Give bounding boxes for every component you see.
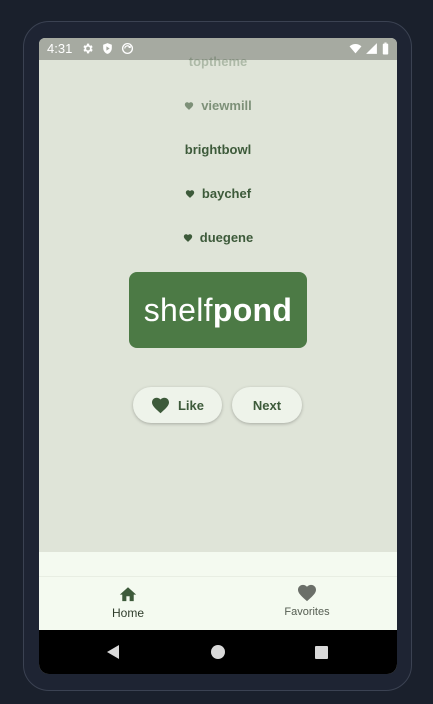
nav-divider <box>39 576 397 577</box>
word-pair-second: pond <box>212 291 293 328</box>
generator-page: toptheme viewmill brightbowl baychef due… <box>39 54 397 552</box>
heart-icon <box>184 101 194 111</box>
system-navigation-bar <box>39 630 397 674</box>
history-item: duegene <box>39 230 397 245</box>
history-word: duegene <box>199 230 254 245</box>
favorite-icon <box>297 584 317 602</box>
history-word: baychef <box>201 186 252 201</box>
nav-item-home[interactable]: Home <box>78 584 178 620</box>
like-button[interactable]: Like <box>133 387 222 423</box>
recents-icon[interactable] <box>313 644 329 660</box>
home-icon <box>118 584 138 602</box>
history-item: toptheme <box>39 54 397 69</box>
history-word: brightbowl <box>184 142 252 157</box>
like-label: Like <box>177 397 204 413</box>
home-circle-icon[interactable] <box>210 644 226 660</box>
next-button[interactable]: Next <box>232 387 302 423</box>
history-item: baychef <box>39 186 397 201</box>
bottom-navigation: Home Favorites <box>39 552 397 630</box>
history-word: toptheme <box>188 54 248 69</box>
heart-icon <box>151 397 170 414</box>
back-icon[interactable] <box>105 644 121 660</box>
nav-label: Home <box>111 606 144 620</box>
word-pair-card: shelf pond <box>129 272 307 348</box>
history-word: viewmill <box>201 98 252 113</box>
next-label: Next <box>252 397 282 413</box>
history-item: viewmill <box>39 98 397 113</box>
heart-icon <box>185 189 195 199</box>
history-item: brightbowl <box>39 142 397 157</box>
nav-item-favorites[interactable]: Favorites <box>257 584 357 618</box>
nav-label: Favorites <box>284 606 330 618</box>
heart-icon <box>183 233 193 243</box>
word-pair-first: shelf <box>143 291 213 328</box>
app-screen: 4:31 toptheme viewmill brightbowl bayche… <box>39 38 397 674</box>
